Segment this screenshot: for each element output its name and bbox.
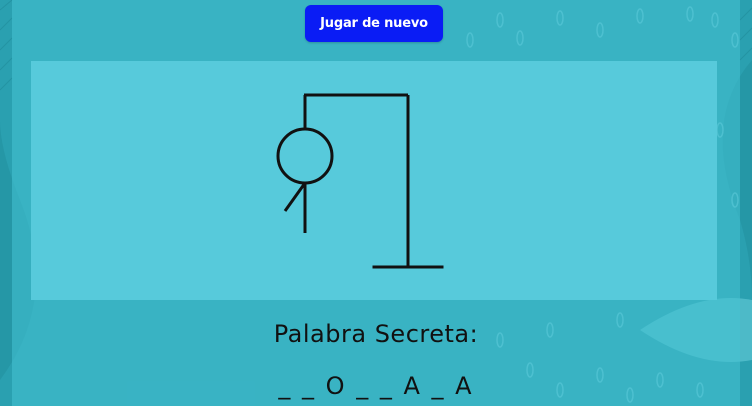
play-again-button[interactable]: Jugar de nuevo <box>305 5 443 42</box>
hangman-head <box>276 127 334 185</box>
hangman-drawing-area <box>31 61 717 300</box>
secret-word-label: Palabra Secreta: <box>273 320 479 348</box>
hangman-drawing <box>276 93 444 269</box>
hangman-left-arm <box>283 182 307 212</box>
masked-secret-word: _ _ O _ _ A _ A <box>278 372 474 400</box>
